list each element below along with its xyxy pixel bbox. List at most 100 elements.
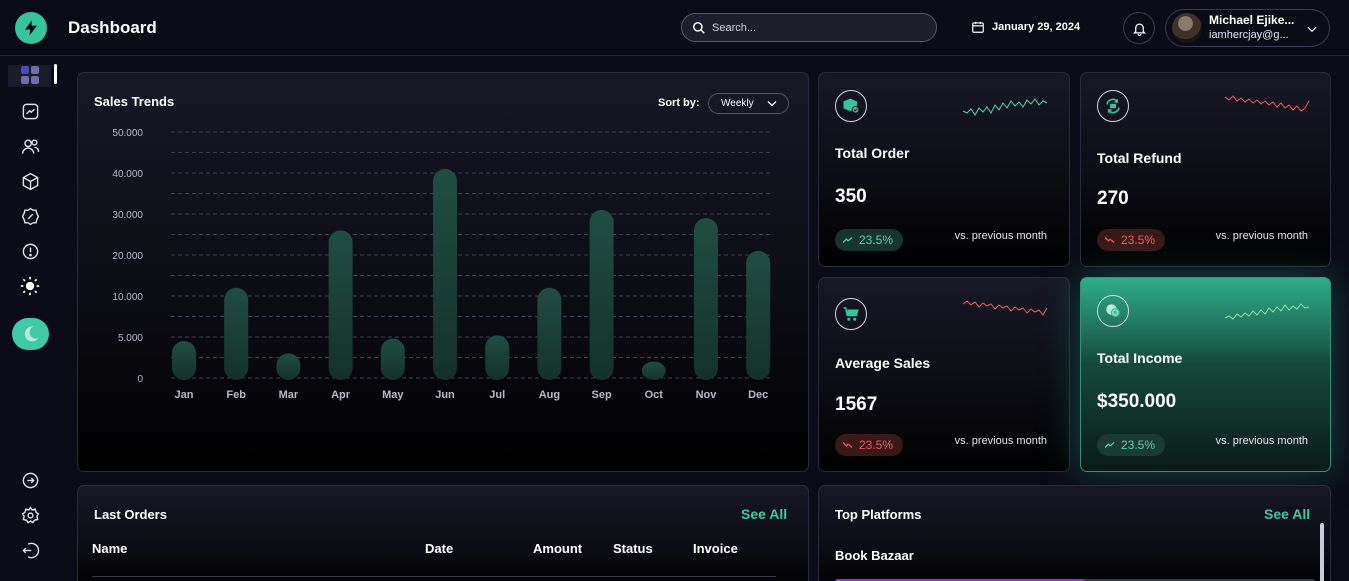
total-refund-value: 270	[1097, 188, 1129, 209]
total-order-change: 23.5%	[859, 233, 894, 247]
total-order-sparkline	[962, 98, 1048, 116]
table-header-divider	[92, 576, 776, 577]
total-income-change-badge: 23.5%	[1097, 434, 1166, 456]
sidebar-item-signin[interactable]	[20, 470, 40, 490]
sun-icon	[20, 276, 40, 296]
gear-icon	[21, 505, 39, 524]
bar-mar[interactable]	[276, 353, 301, 380]
x-tick-label: Jul	[489, 389, 505, 401]
x-tick-label: Aug	[539, 389, 560, 401]
x-tick-label: Mar	[279, 389, 299, 401]
stat-icon-order	[835, 90, 867, 122]
top-header: Dashboard January 29, 2024 Michael Ejike…	[0, 0, 1349, 56]
stat-icon-refund	[1097, 90, 1129, 122]
light-mode-toggle[interactable]	[20, 276, 40, 296]
x-tick-label: Feb	[226, 389, 246, 401]
sidebar-item-alerts[interactable]	[20, 241, 40, 261]
total-income-change: 23.5%	[1121, 438, 1156, 452]
column-header-name[interactable]: Name	[92, 541, 127, 556]
top-platforms-card: Top Platforms See All Book Bazaar	[818, 485, 1331, 581]
logo[interactable]	[15, 12, 47, 44]
column-header-amount[interactable]: Amount	[533, 541, 582, 556]
bar-may[interactable]	[380, 338, 405, 380]
total-income-value: $350.000	[1097, 391, 1177, 412]
total-refund-change-badge: 23.5%	[1097, 229, 1166, 251]
bar-oct[interactable]	[641, 361, 666, 380]
column-header-invoice[interactable]: Invoice	[693, 541, 738, 556]
calendar-icon	[972, 21, 984, 33]
chevron-down-icon[interactable]	[1305, 22, 1319, 36]
total-order-card: Total Order 350 23.5% vs. previous month	[818, 72, 1070, 267]
bar-aug[interactable]	[537, 287, 562, 380]
average-sales-vs: vs. previous month	[954, 435, 1047, 447]
total-income-sparkline	[1224, 303, 1310, 320]
total-order-change-badge: 23.5%	[835, 229, 904, 251]
bar-jul[interactable]	[485, 335, 510, 380]
total-income-vs: vs. previous month	[1215, 435, 1308, 447]
sidebar-item-products[interactable]	[20, 171, 40, 191]
last-orders-see-all-link[interactable]: See All	[741, 506, 787, 522]
y-tick-label: 20.000	[112, 251, 143, 262]
average-sales-card: Average Sales 1567 23.5% vs. previous mo…	[818, 277, 1070, 472]
bar-apr[interactable]	[328, 230, 353, 380]
total-refund-sparkline	[1224, 95, 1310, 112]
total-income-title: Total Income	[1097, 350, 1183, 366]
x-tick-label: Sep	[592, 389, 612, 401]
sidebar	[0, 57, 60, 581]
search-box[interactable]	[681, 13, 937, 42]
average-sales-title: Average Sales	[835, 355, 931, 371]
total-order-title: Total Order	[835, 145, 910, 161]
last-orders-card: Last Orders See All Name Date Amount Sta…	[77, 485, 809, 581]
bar-sep[interactable]	[589, 209, 614, 380]
sidebar-item-analytics[interactable]	[20, 101, 40, 121]
dark-mode-toggle[interactable]	[12, 318, 49, 350]
trend-down-icon	[1105, 237, 1115, 243]
total-refund-vs: vs. previous month	[1215, 230, 1308, 242]
coins-icon	[1106, 304, 1120, 317]
stat-icon-sales	[835, 298, 867, 330]
y-tick-label: 30.000	[112, 210, 143, 221]
x-tick-label: Dec	[748, 389, 768, 401]
grid-icon	[21, 66, 39, 84]
sidebar-item-customers[interactable]	[20, 136, 40, 156]
search-input[interactable]	[712, 21, 912, 34]
lightning-icon	[25, 20, 37, 36]
user-menu[interactable]: Michael Ejike... iamhercjay@g...	[1165, 9, 1330, 47]
last-orders-title: Last Orders	[94, 507, 167, 522]
total-refund-change: 23.5%	[1121, 233, 1156, 247]
x-tick-label: May	[382, 389, 404, 401]
bell-icon	[1132, 23, 1146, 36]
top-platforms-see-all-link[interactable]: See All	[1264, 506, 1310, 522]
bar-jan[interactable]	[172, 341, 196, 380]
column-header-status[interactable]: Status	[613, 541, 653, 556]
bar-nov[interactable]	[694, 218, 718, 380]
x-tick-label: Jun	[435, 389, 455, 401]
total-order-vs: vs. previous month	[954, 230, 1047, 242]
box-icon	[22, 172, 38, 190]
sidebar-item-logout[interactable]	[20, 540, 40, 560]
discount-badge-icon	[21, 207, 39, 225]
column-header-date[interactable]: Date	[425, 541, 453, 556]
average-sales-value: 1567	[835, 394, 878, 415]
y-tick-label: 10.000	[112, 292, 143, 303]
bar-jun[interactable]	[433, 168, 457, 380]
platforms-scrollbar[interactable]	[1320, 523, 1324, 581]
notifications-button[interactable]	[1123, 12, 1155, 44]
sidebar-item-discounts[interactable]	[20, 206, 40, 226]
platform-name: Book Bazaar	[835, 548, 914, 563]
trend-down-icon	[843, 442, 853, 448]
bar-dec[interactable]	[746, 250, 771, 380]
sidebar-item-dashboard[interactable]	[20, 65, 40, 85]
sidebar-item-settings[interactable]	[20, 505, 40, 525]
stat-icon-income	[1097, 295, 1129, 327]
moon-icon	[24, 326, 38, 342]
page-title: Dashboard	[68, 18, 157, 37]
alert-circle-icon	[22, 243, 38, 259]
box-check-icon	[843, 98, 860, 114]
x-tick-label: Oct	[645, 389, 664, 401]
y-tick-label: 5.000	[118, 333, 143, 344]
average-sales-change-badge: 23.5%	[835, 434, 904, 456]
bar-feb[interactable]	[224, 287, 249, 380]
refund-icon	[1106, 98, 1120, 114]
trend-up-icon	[1105, 442, 1115, 448]
